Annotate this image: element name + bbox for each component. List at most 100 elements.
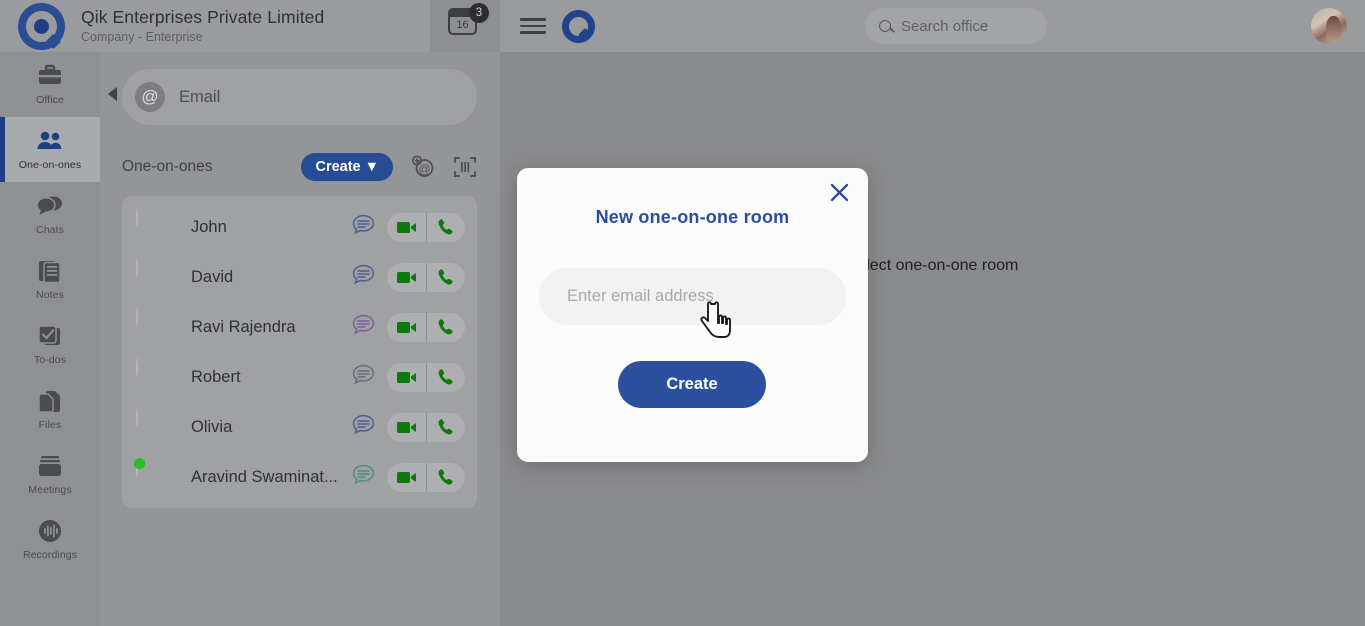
phone-icon[interactable]: [426, 362, 465, 392]
hamburger-menu-icon[interactable]: [520, 14, 546, 38]
row-actions: [352, 362, 465, 392]
sidebar-item-label: Recordings: [22, 549, 78, 561]
modal-title: New one-on-one room: [595, 207, 790, 227]
notes-icon: [37, 258, 63, 284]
org-subtitle: Company - Enterprise: [81, 29, 203, 44]
search-icon: [879, 20, 891, 32]
sidebar-item-label: Files: [38, 419, 62, 431]
video-camera-icon[interactable]: [387, 413, 426, 442]
call-actions: [387, 212, 465, 242]
app-root: Qik Enterprises Private Limited Company …: [0, 0, 1365, 626]
sidebar-item-label: Chats: [36, 224, 64, 236]
new-one-on-one-room-modal: New one-on-one room Enter email address …: [517, 168, 868, 462]
video-camera-icon[interactable]: [387, 263, 426, 292]
sidebar-item-label: Office: [36, 94, 64, 106]
avatar-image: [136, 257, 138, 277]
people-icon: [36, 128, 64, 154]
chat-icon[interactable]: [352, 464, 375, 491]
top-bar: Search office: [500, 0, 1365, 52]
contact-name: David: [191, 267, 234, 286]
add-at-sign-icon[interactable]: @: [411, 155, 435, 179]
avatar: [136, 357, 173, 396]
row-actions: [352, 212, 465, 242]
row-actions: [352, 262, 465, 292]
list-item[interactable]: John: [122, 202, 477, 252]
avatar-image: [136, 357, 138, 377]
sidebar-item-office[interactable]: Office: [0, 52, 100, 117]
calendar-day: 16: [456, 19, 469, 31]
chat-icon[interactable]: [352, 314, 375, 341]
list-item[interactable]: Aravind Swaminat...: [122, 452, 477, 502]
row-actions: [352, 462, 465, 492]
call-actions: [387, 412, 465, 442]
avatar: [136, 257, 173, 296]
phone-icon[interactable]: [426, 262, 465, 292]
sidebar-item-chats[interactable]: Chats: [0, 182, 100, 247]
avatar: [136, 407, 173, 446]
avatar-image: [136, 207, 138, 227]
org-header: Qik Enterprises Private Limited Company …: [0, 0, 430, 52]
call-actions: [387, 462, 465, 492]
qik-brand-icon: [562, 9, 595, 43]
contact-name: Robert: [191, 367, 241, 386]
chat-bubbles-icon: [36, 193, 64, 219]
panel-toolbar: One-on-ones Create ▼ @: [122, 144, 477, 190]
email-address-placeholder: Enter email address: [567, 287, 714, 305]
chat-icon[interactable]: [352, 364, 375, 391]
phone-icon[interactable]: [426, 462, 465, 492]
create-button[interactable]: Create ▼: [301, 153, 393, 181]
list-item[interactable]: Olivia: [122, 402, 477, 452]
org-name: Qik Enterprises Private Limited: [81, 6, 325, 27]
close-icon[interactable]: [828, 181, 850, 203]
contact-name: Olivia: [191, 417, 233, 436]
video-camera-icon[interactable]: [387, 213, 426, 242]
avatar: [136, 207, 173, 246]
phone-icon[interactable]: [426, 212, 465, 242]
at-sign-icon: @: [135, 82, 165, 112]
scan-code-icon[interactable]: [453, 155, 477, 179]
chat-icon[interactable]: [352, 264, 375, 291]
phone-icon[interactable]: [426, 312, 465, 342]
sidebar-item-one-on-ones[interactable]: One-on-ones: [0, 117, 100, 182]
recordings-icon: [37, 518, 63, 544]
search-office-placeholder: Search office: [901, 17, 989, 35]
contact-name: Ravi Rajendra: [191, 317, 296, 336]
email-search-input[interactable]: @ Email: [122, 69, 477, 125]
collapse-left-arrow-icon[interactable]: [108, 87, 117, 101]
sidebar-item-meetings[interactable]: Meetings: [0, 442, 100, 507]
call-actions: [387, 312, 465, 342]
chat-icon[interactable]: [352, 414, 375, 441]
sidebar-item-recordings[interactable]: Recordings: [0, 507, 100, 572]
video-camera-icon[interactable]: [387, 363, 426, 392]
panel-title: One-on-ones: [122, 158, 213, 175]
avatar[interactable]: [1311, 8, 1347, 44]
org-text-block: Qik Enterprises Private Limited Company …: [81, 7, 324, 46]
files-icon: [37, 388, 63, 414]
row-actions: [352, 312, 465, 342]
one-on-ones-panel: @ Email One-on-ones Create ▼ @ John David…: [100, 52, 500, 626]
call-actions: [387, 362, 465, 392]
phone-icon[interactable]: [426, 412, 465, 442]
calendar-button[interactable]: 16 3: [448, 3, 489, 44]
sidebar-item-files[interactable]: Files: [0, 377, 100, 442]
contact-list: John David Ravi Rajendra Robert Olivia Aravin…: [122, 196, 477, 508]
list-item[interactable]: Ravi Rajendra: [122, 302, 477, 352]
video-camera-icon[interactable]: [387, 463, 426, 492]
avatar: [136, 307, 173, 346]
sidebar-item-to-dos[interactable]: To-dos: [0, 312, 100, 377]
briefcase-icon: [37, 63, 63, 89]
chat-icon[interactable]: [352, 214, 375, 241]
row-actions: [352, 412, 465, 442]
list-item[interactable]: David: [122, 252, 477, 302]
sidebar-item-notes[interactable]: Notes: [0, 247, 100, 312]
modal-create-button[interactable]: Create: [618, 361, 766, 408]
search-office-input[interactable]: Search office: [865, 8, 1047, 44]
contact-name: John: [191, 217, 227, 236]
qik-logo-icon: [18, 2, 65, 50]
calendar-badge: 3: [469, 3, 489, 23]
email-address-input[interactable]: Enter email address: [539, 268, 846, 325]
video-camera-icon[interactable]: [387, 313, 426, 342]
sidebar: Office One-on-ones Chats Notes To-dos Fi…: [0, 52, 100, 626]
sidebar-item-label: To-dos: [33, 354, 67, 366]
list-item[interactable]: Robert: [122, 352, 477, 402]
